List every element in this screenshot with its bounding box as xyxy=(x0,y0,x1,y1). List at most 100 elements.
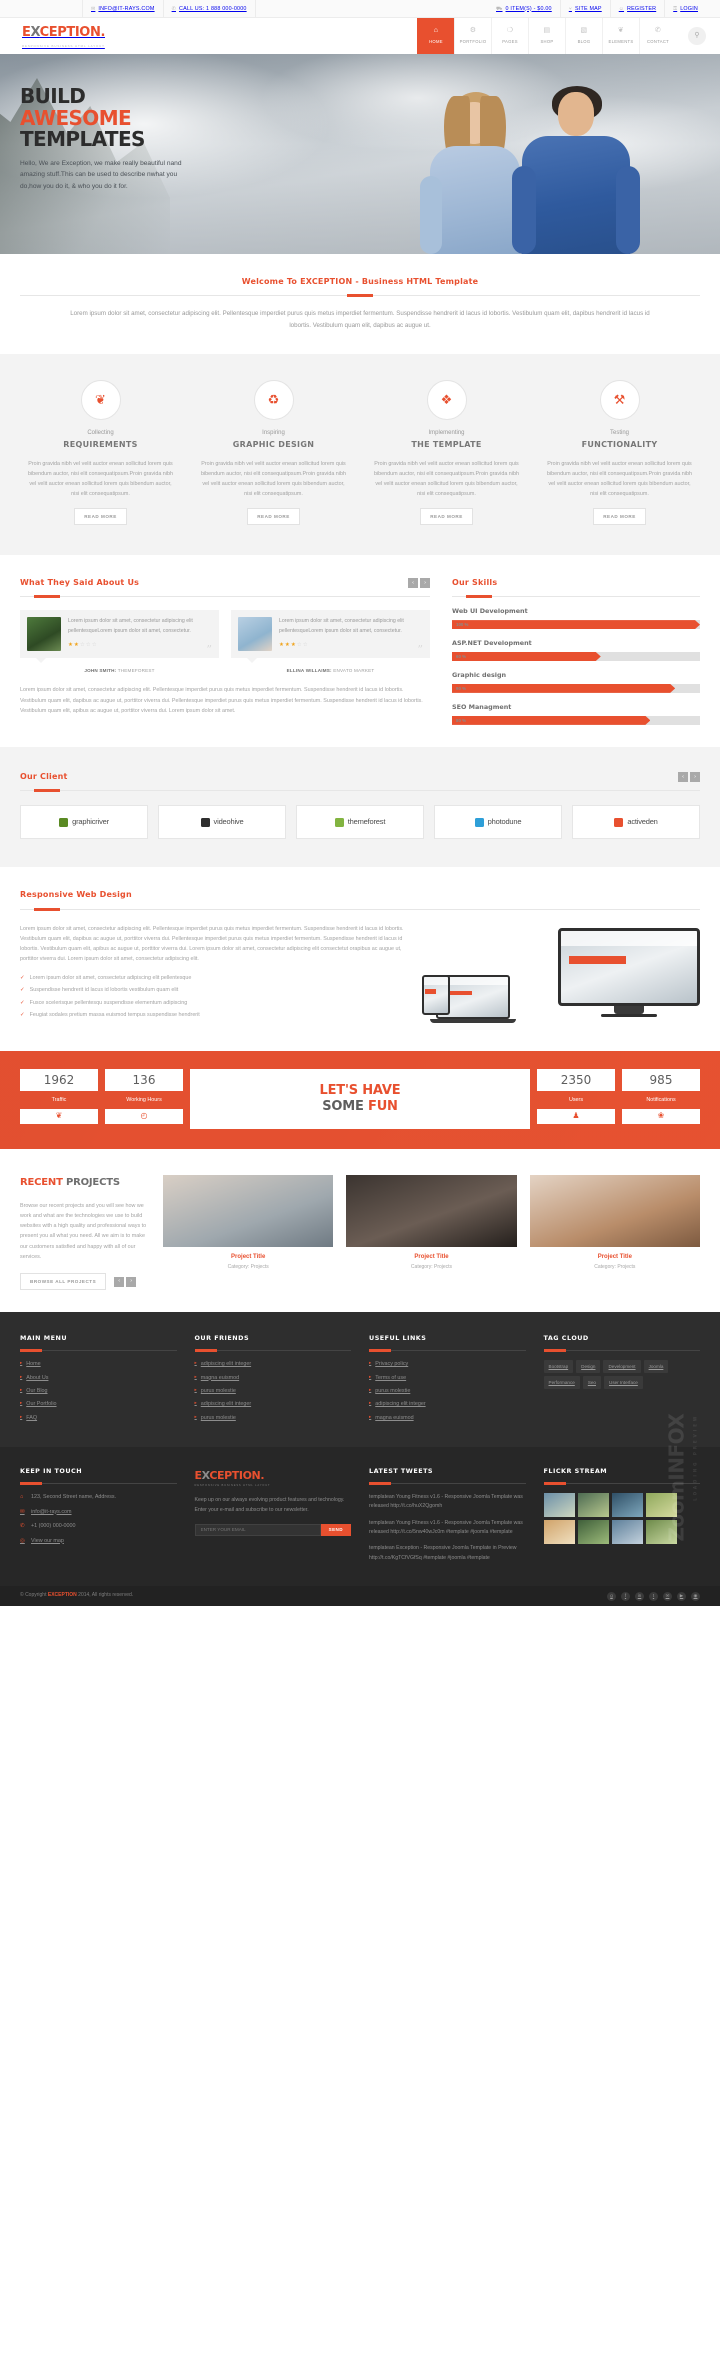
client-logo-videohive[interactable]: videohive xyxy=(158,805,286,840)
contact-map-link[interactable]: ◎ View our map xyxy=(20,1537,177,1546)
testimonials-next-button[interactable]: › xyxy=(420,577,430,588)
flickr-thumbnail[interactable] xyxy=(577,1520,609,1545)
nav-item-shop[interactable]: ▤ SHOP xyxy=(528,18,565,54)
projects-prev-button[interactable]: ‹ xyxy=(114,1276,125,1287)
tag-chip[interactable]: Development xyxy=(603,1360,641,1374)
clients-next-button[interactable]: › xyxy=(690,772,700,783)
tag-chip[interactable]: Seo xyxy=(582,1376,601,1390)
user-icon: ☺ xyxy=(618,5,625,12)
service-readmore-button[interactable]: READ MORE xyxy=(420,507,473,525)
footer-link[interactable]: ▸ adipiscing elit integer xyxy=(195,1360,352,1368)
footer-link[interactable]: ▸ Terms of use xyxy=(369,1374,526,1382)
phone-icon: ✆ xyxy=(20,1523,25,1530)
tag-chip[interactable]: User Interface xyxy=(604,1376,643,1390)
footer-link-label: magna euismod xyxy=(200,1374,240,1381)
client-name: photodune xyxy=(487,817,522,827)
tag-chip[interactable]: Design xyxy=(576,1360,601,1374)
site-logo[interactable]: EXCEPTION. RESPONSIVE BUSINESS HTML LAYO… xyxy=(22,23,105,48)
nav-item-portfolio[interactable]: ⚙ PORTFOLIO xyxy=(454,18,491,54)
service-readmore-button[interactable]: READ MORE xyxy=(247,507,300,525)
pages-icon: ❍ xyxy=(506,27,514,35)
service-card-template: ❖ Implementing THE TEMPLATE Proin gravid… xyxy=(366,379,527,525)
newsletter-send-button[interactable]: SEND xyxy=(320,1523,351,1536)
twitter-icon[interactable]: t xyxy=(649,1591,658,1601)
bag-icon: ▤ xyxy=(543,27,551,35)
topbar-login[interactable]: ⚿ LOGIN xyxy=(665,0,706,18)
newsletter-email-input[interactable] xyxy=(194,1523,321,1536)
footer-link[interactable]: ▸ Privacy policy xyxy=(369,1360,526,1368)
logo-x: X xyxy=(30,25,40,41)
projects-next-button[interactable]: › xyxy=(126,1276,137,1287)
testimonials-prev-button[interactable]: ‹ xyxy=(408,577,418,588)
youtube-icon[interactable]: ▶ xyxy=(677,1591,686,1601)
footer-link[interactable]: ▸ purus molestie xyxy=(369,1387,526,1395)
service-readmore-button[interactable]: READ MORE xyxy=(74,507,127,525)
footer-link[interactable]: ▸ magna euismod xyxy=(369,1414,526,1422)
flickr-thumbnail[interactable] xyxy=(543,1520,575,1545)
browse-all-projects-button[interactable]: BROWSE ALL PROJECTS xyxy=(20,1273,107,1291)
contact-email[interactable]: ✉ info@it-rays.com xyxy=(20,1508,177,1517)
footer-heading: OUR FRIENDS xyxy=(194,1334,250,1343)
contact-address: ⌂ 123, Second Street name, Address. xyxy=(20,1493,177,1502)
footer-link[interactable]: ▸ purus molestie xyxy=(195,1387,352,1395)
footer-link[interactable]: ▸ magna euismod xyxy=(195,1374,352,1382)
welcome-title: Welcome To EXCEPTION - Business HTML Tem… xyxy=(241,277,479,286)
nav-item-home[interactable]: ⌂ HOME xyxy=(417,18,454,54)
bullet-icon: ▸ xyxy=(20,1373,23,1379)
nav-item-elements[interactable]: ❦ ELEMENTS xyxy=(602,18,639,54)
clients-title: Our Client xyxy=(20,771,68,781)
client-logo-graphicriver[interactable]: graphicriver xyxy=(20,805,148,840)
topbar-cart[interactable]: ⛟ 0 ITEM(S) - $0.00 xyxy=(488,0,561,18)
footer-column-useful-links: USEFUL LINKS ▸ Privacy policy ▸ Terms of u… xyxy=(369,1334,526,1427)
project-card[interactable]: Project Title Category: Projects xyxy=(163,1175,334,1290)
search-button[interactable]: ⚲ xyxy=(688,27,706,45)
testimonials-list: Lorem ipsum dolor sit amet, consectetur … xyxy=(20,610,430,674)
google-plus-icon[interactable]: g xyxy=(607,1591,616,1601)
nav-item-pages[interactable]: ❍ PAGES xyxy=(491,18,528,54)
client-logo-activeden[interactable]: activeden xyxy=(572,805,700,840)
tag-chip[interactable]: Performance xyxy=(543,1376,580,1390)
projects-section: RECENT PROJECTS Browse our recent projec… xyxy=(0,1149,720,1312)
skill-value: 80 % xyxy=(456,717,467,723)
service-pretitle: Inspiring xyxy=(262,429,285,436)
linkedin-icon[interactable]: in xyxy=(635,1591,644,1601)
brand-mark-icon xyxy=(59,817,69,827)
flickr-thumbnail[interactable] xyxy=(611,1520,643,1545)
project-card[interactable]: Project Title Category: Projects xyxy=(529,1175,700,1290)
puzzle-icon: ❖ xyxy=(426,379,467,420)
facebook-icon[interactable]: f xyxy=(621,1591,630,1601)
flickr-thumbnail[interactable] xyxy=(611,1493,643,1518)
nav-item-contact[interactable]: ✆ CONTACT xyxy=(639,18,676,54)
topbar-sitemap[interactable]: ⑂ SITE MAP xyxy=(561,0,611,18)
footer-link[interactable]: ▸ FAQ xyxy=(20,1414,177,1422)
footer-column-tag-cloud: TAG CLOUD Bootstrap Design Development J… xyxy=(543,1334,700,1427)
flickr-thumbnail[interactable] xyxy=(645,1520,677,1545)
client-logo-themeforest[interactable]: themeforest xyxy=(296,805,424,840)
footer-link[interactable]: ▸ purus molestie xyxy=(195,1414,352,1422)
welcome-divider xyxy=(20,295,700,297)
client-logo-photodune[interactable]: photodune xyxy=(434,805,562,840)
project-card[interactable]: Project Title Category: Projects xyxy=(346,1175,517,1290)
nav-item-blog[interactable]: ▧ BLOG xyxy=(565,18,602,54)
email-icon[interactable]: ✉ xyxy=(663,1591,672,1601)
tag-chip[interactable]: Bootstrap xyxy=(543,1360,574,1374)
topbar-email[interactable]: ✉ INFO@IT-RAYS.COM xyxy=(82,0,164,18)
footer-link[interactable]: ▸ Our Blog xyxy=(20,1387,177,1395)
footer-link[interactable]: ▸ Our Portfolio xyxy=(20,1400,177,1408)
flickr-thumbnail[interactable] xyxy=(645,1493,677,1518)
clients-prev-button[interactable]: ‹ xyxy=(678,772,688,783)
tag-chip[interactable]: Joomla xyxy=(643,1360,669,1374)
skills-divider xyxy=(452,595,700,599)
service-readmore-button[interactable]: READ MORE xyxy=(593,507,646,525)
rss-icon[interactable]: ◉ xyxy=(691,1591,700,1601)
topbar-phone[interactable]: ✆ CALL US: 1 888 000-0000 xyxy=(164,0,256,18)
footer-link[interactable]: ▸ Home xyxy=(20,1360,177,1368)
footer-link[interactable]: ▸ adipiscing elit integer xyxy=(195,1400,352,1408)
footer-link[interactable]: ▸ adipiscing elit integer xyxy=(369,1400,526,1408)
flickr-thumbnail[interactable] xyxy=(577,1493,609,1518)
tweet-item: templatean Exception - Responsive Joomla… xyxy=(369,1545,517,1561)
footer-latest-tweets: LATEST TWEETS templatean Young Fitness v… xyxy=(369,1467,526,1570)
footer-link[interactable]: ▸ About Us xyxy=(20,1374,177,1382)
topbar-register[interactable]: ☺ REGISTER xyxy=(611,0,666,18)
flickr-thumbnail[interactable] xyxy=(543,1493,575,1518)
